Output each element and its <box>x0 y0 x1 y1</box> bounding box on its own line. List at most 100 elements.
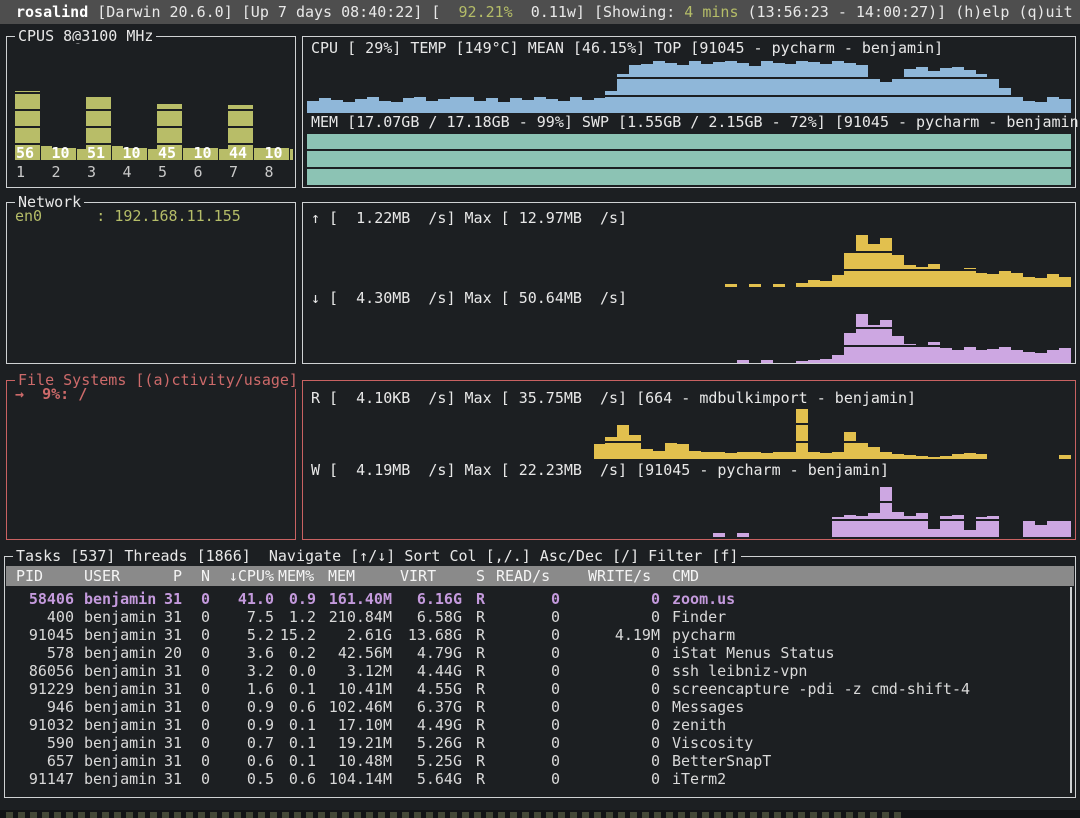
process-row[interactable]: 590benjamin3100.70.119.21M5.26GR00Viscos… <box>6 734 1074 752</box>
graph-bar <box>558 101 570 113</box>
graph-bar <box>832 134 844 185</box>
process-row[interactable]: 91229benjamin3101.60.110.41M4.55GR00scre… <box>6 680 1074 698</box>
graph-bar <box>820 64 832 113</box>
process-cell: 0 <box>560 644 660 662</box>
graph-bar <box>522 100 534 113</box>
process-cell: 31 <box>164 680 182 698</box>
graph-bar <box>761 453 773 460</box>
process-cell: iStat Menus Status <box>672 644 1074 662</box>
graph-bar <box>725 60 737 113</box>
graph-bar <box>820 134 832 185</box>
graph-bar <box>582 134 594 185</box>
graph-bar <box>773 63 785 113</box>
column-header-virt[interactable]: VIRT <box>392 567 462 585</box>
graph-bar <box>438 99 450 113</box>
graph-bar <box>940 348 952 363</box>
graph-bar <box>808 134 820 185</box>
column-header-s[interactable]: S <box>476 567 496 585</box>
process-cell: 0 <box>182 716 210 734</box>
filesystems-panel: File Systems [(a)ctivity/usage] → 9%: / <box>6 380 296 540</box>
graph-bar <box>904 134 916 185</box>
graph-bar <box>725 134 737 185</box>
column-header-writes[interactable]: WRITE/s <box>560 567 660 585</box>
network-interface-line: en0 : 192.168.11.155 <box>15 207 241 225</box>
cpu-cores-panel: CPUS 8@3100 MHz 561102513104455106447108 <box>6 36 296 188</box>
column-header-n[interactable]: N <box>182 567 210 585</box>
process-cell: 590 <box>14 734 74 752</box>
process-cell: 4.19M <box>560 626 660 644</box>
process-cell: 0 <box>182 752 210 770</box>
process-row[interactable]: 91045benjamin3105.215.22.61G13.68GR04.19… <box>6 626 1074 644</box>
disk-read-line: R [ 4.10KB /s] Max [ 35.75MB /s] [664 - … <box>311 389 916 407</box>
process-row[interactable]: 91147benjamin3100.50.6104.14M5.64GR00iTe… <box>6 770 1074 788</box>
graph-bar <box>665 442 677 460</box>
graph-bar <box>653 451 665 459</box>
process-cell: zenith <box>672 716 1074 734</box>
column-header-p[interactable]: P <box>164 567 182 585</box>
process-cell: benjamin <box>84 644 164 662</box>
process-cell: 0 <box>496 680 560 698</box>
cpu-core-load-label: 56 <box>16 144 34 162</box>
graph-bar <box>331 134 343 185</box>
column-header-pid[interactable]: PID <box>14 567 74 585</box>
graph-bar <box>1023 352 1035 363</box>
graph-bar <box>355 99 367 113</box>
process-row[interactable]: 91032benjamin3100.90.117.10M4.49GR00zeni… <box>6 716 1074 734</box>
graph-bar <box>629 134 641 185</box>
graph-bar <box>928 264 940 287</box>
cpu-core-load-label: 51 <box>87 144 105 162</box>
process-cell: 86056 <box>14 662 74 680</box>
titlebar-segment: (13:56:23 - 14:00:27)] (h)elp (q)uit <box>738 3 1072 21</box>
process-cell: 104.14M <box>316 770 392 788</box>
process-cell: 0 <box>496 626 560 644</box>
process-cell: 3.2 <box>210 662 274 680</box>
process-cell: 0.6 <box>210 752 274 770</box>
graph-bar <box>605 437 617 460</box>
process-cell: 0 <box>182 662 210 680</box>
process-row[interactable]: 86056benjamin3103.20.03.12M4.44GR00ssh l… <box>6 662 1074 680</box>
cpu-core-bar-group: 106 <box>193 39 231 160</box>
graph-bar <box>319 134 331 185</box>
graph-bar <box>713 533 725 537</box>
process-row[interactable]: 400benjamin3107.51.2210.84M6.58GR00Finde… <box>6 608 1074 626</box>
column-header-mem[interactable]: MEM <box>316 567 392 585</box>
process-row[interactable]: 946benjamin3100.90.6102.46M6.37GR00Messa… <box>6 698 1074 716</box>
process-cell: 0.1 <box>274 752 316 770</box>
process-cell: 0 <box>496 608 560 626</box>
process-cell: 31 <box>164 752 182 770</box>
graph-bar <box>952 67 964 113</box>
table-scrollbar[interactable] <box>1070 587 1072 793</box>
graph-bar <box>892 134 904 185</box>
graph-bar <box>737 63 749 113</box>
graph-bar <box>1059 520 1071 537</box>
graph-bar <box>928 71 940 113</box>
graph-bar <box>749 452 761 459</box>
process-row[interactable]: 657benjamin3100.60.110.48M5.25GR00Better… <box>6 752 1074 770</box>
cpu-graph-panel: CPU [ 29%] TEMP [149°C] MEAN [46.15%] TO… <box>302 36 1076 188</box>
process-row-selected[interactable]: 58406benjamin31041.00.9161.40M6.16GR00zo… <box>6 590 1074 608</box>
process-cell: 0.9 <box>210 698 274 716</box>
column-header-cmd[interactable]: CMD <box>672 567 1074 585</box>
process-cell: 0 <box>496 716 560 734</box>
process-cell: 0 <box>496 752 560 770</box>
graph-bar <box>916 346 928 363</box>
process-cell: R <box>476 662 496 680</box>
graph-bar <box>1047 96 1059 113</box>
process-cell: 3.12M <box>316 662 392 680</box>
graph-bar <box>534 134 546 185</box>
graph-bar <box>1059 277 1071 287</box>
process-cell: benjamin <box>84 590 164 608</box>
column-header-mem[interactable]: MEM% <box>274 567 316 585</box>
column-header-user[interactable]: USER <box>84 567 164 585</box>
process-cell: benjamin <box>84 734 164 752</box>
graph-bar <box>844 515 856 537</box>
process-cell: 2.61G <box>316 626 392 644</box>
titlebar-segment: 92.21% <box>459 3 513 21</box>
column-header-reads[interactable]: READ/s <box>496 567 560 585</box>
process-row[interactable]: 578benjamin2003.60.242.56M4.79GR00iStat … <box>6 644 1074 662</box>
graph-bar <box>1035 102 1047 113</box>
cpu-stat-line: CPU [ 29%] TEMP [149°C] MEAN [46.15%] TO… <box>311 39 943 57</box>
graph-bar <box>832 275 844 287</box>
column-header-cpu[interactable]: ↓CPU% <box>210 567 274 585</box>
process-cell: 31 <box>164 608 182 626</box>
